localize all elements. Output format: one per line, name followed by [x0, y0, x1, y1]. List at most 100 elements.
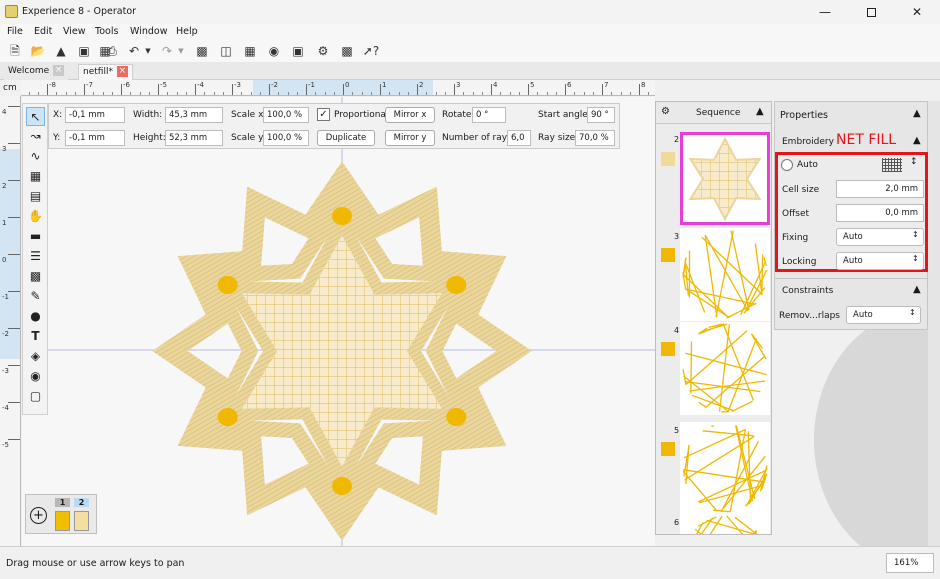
run-stitch-icon[interactable]: ✎ [26, 287, 45, 306]
select-arrow-icon[interactable]: ↖ [26, 107, 45, 126]
properties-collapse-icon[interactable]: ▲ [913, 108, 921, 119]
offset-input[interactable]: 0,0 mm [836, 204, 924, 222]
menu-help[interactable]: Help [176, 26, 198, 37]
ruler-tick-label: -2 [2, 330, 9, 338]
color-2-swatch[interactable] [74, 511, 89, 531]
copy-design-icon[interactable]: ▩ [193, 42, 211, 60]
duplicate-button[interactable]: Duplicate [317, 130, 375, 146]
design-canvas[interactable] [22, 97, 655, 546]
close-button[interactable]: ✕ [894, 0, 940, 24]
fixing-select[interactable]: Auto [836, 228, 924, 246]
fill-tool-icon[interactable]: ▩ [26, 267, 45, 286]
stitch-icon[interactable]: ∿ [26, 147, 45, 166]
sequence-settings-icon[interactable]: ⚙ [661, 106, 670, 117]
pattern-grid-icon[interactable] [882, 158, 902, 172]
menu-edit[interactable]: Edit [34, 26, 52, 37]
save-icon[interactable]: ▣ [75, 42, 93, 60]
embroidery-design[interactable] [22, 97, 655, 546]
layers-icon[interactable]: ▦ [26, 167, 45, 186]
undo-icon[interactable]: ↶ [125, 42, 143, 60]
export-icon[interactable]: ▩ [338, 42, 356, 60]
proportional-checkbox[interactable]: ✓ [317, 108, 330, 121]
embroidery-collapse-icon[interactable]: ▲ [913, 135, 921, 146]
x-input[interactable]: -0,1 mm [65, 107, 125, 123]
simulate-icon[interactable]: ▣ [289, 42, 307, 60]
scale-y-input[interactable]: 100,0 % [263, 130, 309, 146]
pattern-stepper-icon[interactable]: ↕ [910, 157, 918, 167]
redo-icon[interactable]: ↷ [158, 42, 176, 60]
add-color-icon[interactable]: + [30, 507, 47, 524]
decorative-dot[interactable] [332, 477, 352, 495]
menu-view[interactable]: View [63, 26, 86, 37]
constraints-collapse-icon[interactable]: ▲ [913, 284, 921, 295]
fixing-label: Fixing [782, 233, 809, 243]
monogram-icon[interactable]: ◈ [26, 347, 45, 366]
mirror-y-button[interactable]: Mirror y [385, 130, 435, 146]
scale-x-input[interactable]: 100,0 % [263, 107, 309, 123]
height-input[interactable]: 52,3 mm [165, 130, 223, 146]
constraints-label[interactable]: Constraints [782, 286, 833, 296]
new-file-icon[interactable]: 🗎 [6, 42, 24, 60]
inner-star-netfill[interactable] [220, 210, 464, 492]
ruler-minor-tick [611, 92, 613, 95]
hand-pan-icon[interactable]: ✋ [26, 207, 45, 226]
open-folder-icon[interactable]: 📂 [29, 42, 47, 60]
ruler-tick-label: 1 [382, 81, 387, 89]
decorative-dot[interactable] [446, 408, 467, 426]
mirror-x-button[interactable]: Mirror x [385, 107, 435, 123]
vertical-ruler[interactable]: 543210-1-2-3-4-5 [0, 96, 21, 546]
maximize-button[interactable] [848, 0, 894, 24]
sequence-item-2[interactable]: 2 [656, 130, 771, 228]
canvas-scrollbar[interactable] [928, 101, 940, 546]
decorative-dot[interactable] [332, 207, 352, 225]
applique-icon[interactable]: ▢ [26, 387, 45, 406]
start-angle-input[interactable]: 90 ° [587, 107, 615, 123]
minimize-button[interactable]: — [802, 0, 848, 24]
sequence-item-4[interactable]: 4 [656, 322, 771, 420]
ray-size-input[interactable]: 70,0 % [575, 130, 615, 146]
sequence-collapse-icon[interactable]: ▲ [756, 106, 764, 117]
width-input[interactable]: 45,3 mm [165, 107, 223, 123]
measure-icon[interactable]: ▬ [26, 227, 45, 246]
rotate-input[interactable]: 0 ° [472, 107, 506, 123]
decorative-dot[interactable] [217, 408, 238, 426]
undo-dropdown-icon[interactable]: ▼ [143, 42, 153, 60]
tab-close-icon[interactable]: × [116, 66, 128, 77]
menu-tools[interactable]: Tools [95, 26, 118, 37]
locking-select[interactable]: Auto [836, 252, 924, 270]
ruler-minor-tick [435, 92, 437, 95]
y-input[interactable]: -0,1 mm [65, 130, 125, 146]
satin-tool-icon[interactable]: ☰ [26, 247, 45, 266]
help-cursor-icon[interactable]: ➚? [362, 42, 380, 60]
sequence-item-3[interactable]: 3 [656, 228, 771, 326]
sequence-item-6[interactable]: 6 [656, 514, 771, 534]
menu-file[interactable]: File [7, 26, 23, 37]
view-3d-icon[interactable]: ◉ [265, 42, 283, 60]
horizontal-ruler[interactable]: -9-8-7-6-5-4-3-2-10123456789 [21, 80, 655, 96]
embroidery-section-label[interactable]: Embroidery [782, 137, 834, 147]
number-of-rays-input[interactable]: 6,0 [507, 130, 531, 146]
zoom-level[interactable]: 161% [886, 553, 934, 573]
tab-welcome[interactable]: Welcome × [4, 64, 69, 80]
color-1-swatch[interactable] [55, 511, 70, 531]
redo-dropdown-icon[interactable]: ▼ [176, 42, 186, 60]
import-icon[interactable]: ▲ [52, 42, 70, 60]
palette-icon[interactable]: ◉ [26, 367, 45, 386]
cell-size-input[interactable]: 2,0 mm [836, 180, 924, 198]
paste-icon[interactable]: ◫ [217, 42, 235, 60]
decorative-dot[interactable] [217, 276, 238, 294]
machine-icon[interactable]: ⚙ [314, 42, 332, 60]
text-tool-icon[interactable]: T [26, 327, 45, 346]
tab-close-icon[interactable]: × [53, 65, 65, 76]
auto-checkbox[interactable] [781, 159, 793, 171]
transform-icon[interactable]: ▤ [26, 187, 45, 206]
menu-window[interactable]: Window [130, 26, 167, 37]
ruler-minor-tick [65, 92, 67, 95]
print-icon[interactable]: ⎙ [103, 42, 121, 60]
shape-circle-icon[interactable]: ● [26, 307, 45, 326]
decorative-dot[interactable] [446, 276, 467, 294]
grid-icon[interactable]: ▦ [241, 42, 259, 60]
tab-netfill[interactable]: netfill* × [78, 64, 133, 80]
sequence-item-5[interactable]: 5 [656, 422, 771, 520]
node-edit-icon[interactable]: ↝ [26, 127, 45, 146]
